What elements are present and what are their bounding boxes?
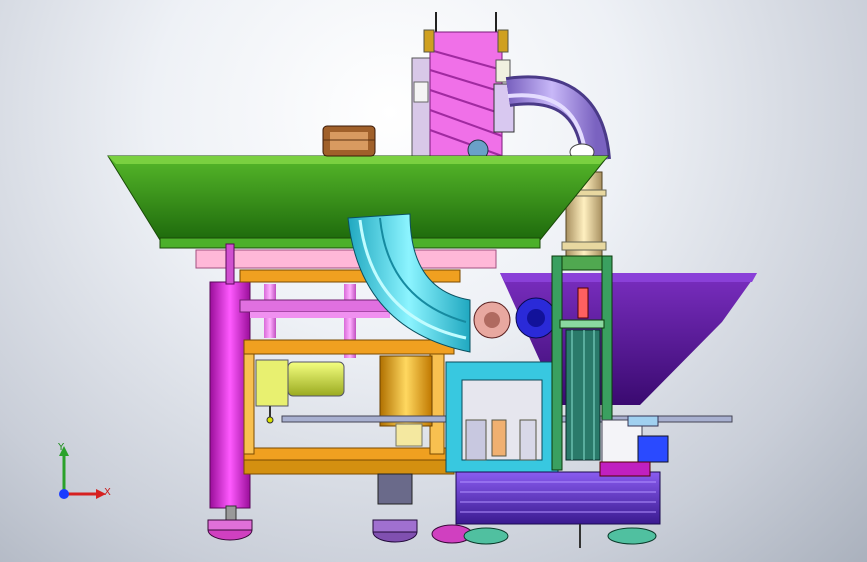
- foot-right-b[interactable]: [579, 524, 657, 548]
- cad-model-viewport[interactable]: [0, 0, 867, 562]
- elevator-column[interactable]: [411, 12, 515, 161]
- cyan-frame[interactable]: [445, 361, 559, 473]
- coordinate-axis-triad: Y X: [48, 440, 118, 510]
- bronze-cap[interactable]: [322, 125, 376, 157]
- y-axis-label: Y: [58, 442, 65, 453]
- bowl-support-plate: [195, 249, 497, 269]
- z-axis-dot: [59, 489, 69, 499]
- motor[interactable]: [255, 359, 345, 424]
- gold-drum[interactable]: [379, 355, 433, 447]
- foot-right-a[interactable]: [463, 527, 509, 545]
- x-axis-label: X: [104, 487, 111, 498]
- foot-center[interactable]: [372, 519, 418, 543]
- curved-pipe[interactable]: [505, 75, 611, 162]
- foot-left[interactable]: [207, 505, 253, 541]
- roller-blue[interactable]: [515, 297, 557, 339]
- roller-pink[interactable]: [473, 301, 511, 339]
- center-post: [377, 473, 413, 505]
